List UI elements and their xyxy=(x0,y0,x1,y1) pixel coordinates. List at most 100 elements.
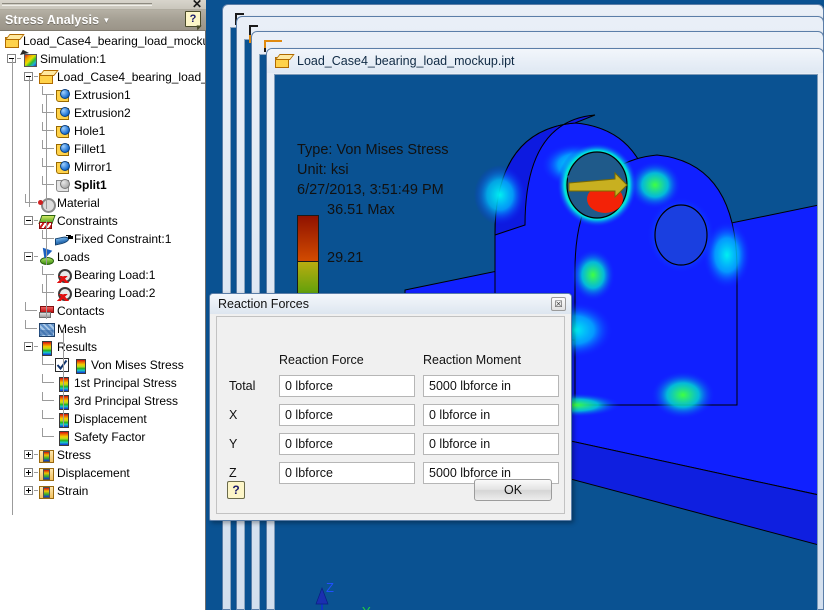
column-header-reaction-force: Reaction Force xyxy=(279,353,364,367)
stress-spot-9 xyxy=(571,249,615,301)
tree-item-split1[interactable]: Split1 xyxy=(0,176,205,194)
tree-item-hole1[interactable]: Hole1 xyxy=(0,122,205,140)
results-folder-icon xyxy=(38,447,54,463)
tree-item-mesh[interactable]: Mesh xyxy=(0,320,205,338)
results-folder-icon xyxy=(38,483,54,499)
y-reaction-force-input[interactable] xyxy=(279,433,415,455)
tree-item-fixed-constraint-1[interactable]: Fixed Constraint:1 xyxy=(0,230,205,248)
chevron-down-icon[interactable]: ▾ xyxy=(104,15,109,26)
tree-connector xyxy=(42,382,54,383)
tree-trunk-2 xyxy=(46,95,47,209)
application-window: Load_Case4_bearing_load_mockup.ipt Type:… xyxy=(0,0,824,610)
panel-grip xyxy=(2,3,152,6)
collapse-icon[interactable] xyxy=(24,342,33,351)
reaction-forces-dialog[interactable]: Reaction Forces ☒ Reaction Force Reactio… xyxy=(209,293,572,521)
x-reaction-moment-input[interactable] xyxy=(423,404,559,426)
feature-icon xyxy=(55,87,71,103)
tree-item-bearing-load-2[interactable]: Bearing Load:2 xyxy=(0,284,205,302)
expand-icon[interactable] xyxy=(24,450,33,459)
tree-item-displacement[interactable]: Displacement xyxy=(0,464,205,482)
tree-connector-v xyxy=(42,410,43,419)
legend-unit: Unit: ksi xyxy=(297,162,349,178)
tree-item-label: Stress xyxy=(57,448,92,462)
axis-triad: Z Y X xyxy=(300,578,390,610)
tree-item-load-case4-bearing-load-mo[interactable]: Load_Case4_bearing_load_mo xyxy=(0,68,205,86)
total-reaction-force-input[interactable] xyxy=(279,375,415,397)
model-tree[interactable]: Load_Case4_bearing_load_mockup.ipt Simula… xyxy=(0,31,205,610)
y-reaction-moment-input[interactable] xyxy=(423,433,559,455)
tree-item-extrusion1[interactable]: Extrusion1 xyxy=(0,86,205,104)
tree-item-label: Load_Case4_bearing_load_mockup.ipt xyxy=(23,34,205,48)
page-title: Stress Analysis xyxy=(5,13,100,27)
colorbar-segment-1 xyxy=(297,215,319,261)
window-accent-1b xyxy=(264,40,266,48)
tree-connector-v xyxy=(42,140,43,149)
panel-header[interactable]: Stress Analysis ▾ xyxy=(0,10,206,31)
rainbow-icon xyxy=(72,357,88,374)
collapse-icon[interactable] xyxy=(24,252,33,261)
total-reaction-moment-input[interactable] xyxy=(423,375,559,397)
tree-item-fillet1[interactable]: Fillet1 xyxy=(0,140,205,158)
tree-item-label: Bearing Load:1 xyxy=(74,268,156,282)
dialog-titlebar[interactable]: Reaction Forces xyxy=(210,294,571,314)
tree-item-bearing-load-1[interactable]: Bearing Load:1 xyxy=(0,266,205,284)
ok-button[interactable]: OK xyxy=(474,479,552,501)
help-icon[interactable]: ? xyxy=(185,11,201,27)
mesh-icon xyxy=(38,321,55,337)
tree-item-constraints[interactable]: Constraints xyxy=(0,212,205,230)
bore-right xyxy=(654,204,708,266)
bearing-load-icon xyxy=(55,285,72,301)
tree-item-loads[interactable]: Loads xyxy=(0,248,205,266)
legend-max-label: 36.51 Max xyxy=(327,202,395,218)
tree-item-stress[interactable]: Stress xyxy=(0,446,205,464)
document-title: Load_Case4_bearing_load_mockup.ipt xyxy=(297,54,515,68)
tree-item-safety-factor[interactable]: Safety Factor xyxy=(0,428,205,446)
tree-item-von-mises-stress[interactable]: Von Mises Stress xyxy=(0,356,205,374)
document-titlebar[interactable]: Load_Case4_bearing_load_mockup.ipt xyxy=(267,49,823,73)
tree-item-strain[interactable]: Strain xyxy=(0,482,205,500)
dialog-close-icon[interactable]: ☒ xyxy=(551,297,566,311)
tree-connector xyxy=(42,112,54,113)
stress-spot-4 xyxy=(651,371,715,419)
tree-item-extrusion2[interactable]: Extrusion2 xyxy=(0,104,205,122)
feature-icon xyxy=(55,141,71,157)
tree-item-results[interactable]: Results xyxy=(0,338,205,356)
tree-item-label: Von Mises Stress xyxy=(91,358,184,372)
tree-item-3rd-principal-stress[interactable]: 3rd Principal Stress xyxy=(0,392,205,410)
tree-trunk-0 xyxy=(12,59,13,515)
tree-connector xyxy=(42,166,54,167)
tree-item-label: Loads xyxy=(57,250,90,264)
visibility-checkbox[interactable] xyxy=(55,358,69,372)
tree-connector-v xyxy=(42,374,43,383)
tree-connector-v xyxy=(42,122,43,131)
row-label-total: Total xyxy=(229,379,256,393)
tree-item-contacts[interactable]: Contacts xyxy=(0,302,205,320)
tree-item-displacement[interactable]: Displacement xyxy=(0,410,205,428)
tree-item-label: Fillet1 xyxy=(74,142,107,156)
tree-item-material[interactable]: Material xyxy=(0,194,205,213)
close-icon[interactable]: ✕ xyxy=(192,0,202,10)
row-label-z: Z xyxy=(229,466,237,480)
feature-icon xyxy=(55,159,71,175)
tree-connector-v xyxy=(25,320,26,329)
legend-type: Type: Von Mises Stress xyxy=(297,142,449,158)
tree-trunk-5 xyxy=(63,329,64,427)
simulation-icon xyxy=(21,51,37,67)
z-reaction-force-input[interactable] xyxy=(279,462,415,484)
tree-connector xyxy=(42,436,54,437)
expand-icon[interactable] xyxy=(24,468,33,477)
x-reaction-force-input[interactable] xyxy=(279,404,415,426)
tree-item-1st-principal-stress[interactable]: 1st Principal Stress xyxy=(0,374,205,392)
stress-spot-5 xyxy=(474,165,526,225)
dialog-title: Reaction Forces xyxy=(218,297,310,311)
tree-connector-v xyxy=(42,230,43,239)
expand-icon[interactable] xyxy=(24,486,33,495)
panel-drag-strip[interactable]: ✕ xyxy=(0,0,206,10)
tree-item-mirror1[interactable]: Mirror1 xyxy=(0,158,205,176)
dialog-body: Reaction Force Reaction Moment Total X Y… xyxy=(216,316,565,514)
tree-item-simulation-1[interactable]: Simulation:1 xyxy=(0,50,205,68)
dialog-help-icon[interactable]: ? xyxy=(227,481,245,499)
feature-icon xyxy=(55,105,71,121)
tree-item-load-case4-bearing-load-mockup-ipt[interactable]: Load_Case4_bearing_load_mockup.ipt xyxy=(0,32,205,50)
collapse-icon[interactable] xyxy=(24,216,33,225)
